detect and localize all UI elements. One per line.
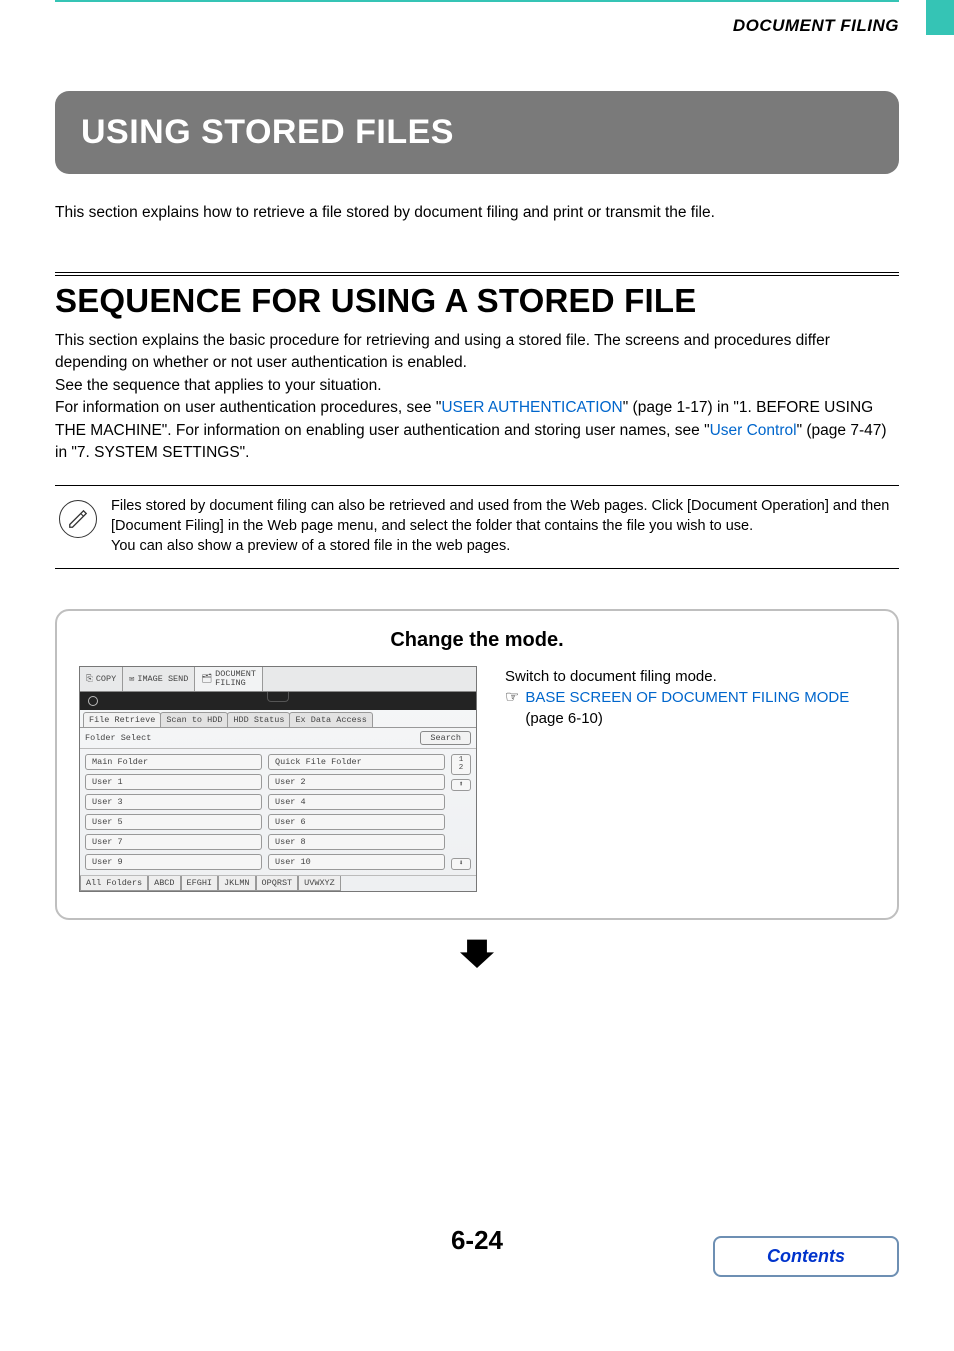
- mock-user4: User 4: [268, 794, 445, 810]
- contents-link[interactable]: Contents: [767, 1246, 845, 1266]
- mock-scroll-up: ⬆: [451, 779, 471, 791]
- section-title: SEQUENCE FOR USING A STORED FILE: [55, 282, 899, 320]
- mock-scroll-down: ⬇: [451, 858, 471, 870]
- mock-quickfile: Quick File Folder: [268, 754, 445, 770]
- note-box: Files stored by document filing can also…: [55, 485, 899, 570]
- mock-folder-select: Folder Select: [85, 733, 151, 743]
- mock-user6: User 6: [268, 814, 445, 830]
- mock-main-folder: Main Folder: [85, 754, 262, 770]
- mock-user8: User 8: [268, 834, 445, 850]
- section-rule: SEQUENCE FOR USING A STORED FILE: [55, 272, 899, 320]
- mock-dock: [80, 692, 476, 710]
- mock-subtab-ex: Ex Data Access: [289, 712, 372, 727]
- mock-subtab-hdd: HDD Status: [227, 712, 290, 727]
- note-line1: Files stored by document filing can also…: [111, 496, 893, 537]
- mock-tab-imagesend: ✉ IMAGE SEND: [123, 667, 195, 691]
- send-icon: ✉: [129, 674, 134, 684]
- link-user-control[interactable]: User Control: [710, 422, 797, 439]
- mock-alpha-abcd: ABCD: [148, 876, 180, 891]
- mock-user1: User 1: [85, 774, 262, 790]
- note-icon: [59, 500, 97, 538]
- mock-alpha-uvwxyz: UVWXYZ: [298, 876, 341, 891]
- page-header: DOCUMENT FILING: [55, 0, 899, 36]
- body-p3a: For information on user authentication p…: [55, 399, 441, 416]
- pointer-icon: ☞: [505, 687, 519, 709]
- mock-tab-blank: [263, 667, 476, 691]
- link-base-screen[interactable]: BASE SCREEN OF DOCUMENT FILING MODE: [525, 689, 849, 706]
- mock-tab-docfiling: 🗂 DOCUMENT FILING: [195, 667, 263, 691]
- note-line2: You can also show a preview of a stored …: [111, 536, 893, 556]
- contents-button[interactable]: Contents: [713, 1236, 899, 1277]
- mock-alpha-jklmn: JKLMN: [218, 876, 256, 891]
- mock-alpha-efghi: EFGHI: [181, 876, 219, 891]
- copy-icon: ⎘: [86, 674, 93, 684]
- globe-icon: [88, 696, 98, 706]
- filing-icon: 🗂: [201, 674, 212, 684]
- step-box: Change the mode. ⎘ COPY ✉ IMAGE SEND: [55, 609, 899, 920]
- body-p1: This section explains the basic procedur…: [55, 332, 830, 371]
- intro-text: This section explains how to retrieve a …: [55, 202, 899, 224]
- mock-search-btn: Search: [420, 731, 471, 745]
- mock-user5: User 5: [85, 814, 262, 830]
- mock-user9: User 9: [85, 854, 262, 870]
- edge-tab: [926, 0, 954, 35]
- continue-arrow: [55, 934, 899, 973]
- chapter-title: USING STORED FILES: [55, 91, 899, 174]
- mock-user2: User 2: [268, 774, 445, 790]
- mock-subtab-scan: Scan to HDD: [160, 712, 228, 727]
- mock-alpha-all: All Folders: [80, 876, 148, 891]
- step-text-1: Switch to document filing mode.: [505, 666, 875, 687]
- section-body: This section explains the basic procedur…: [55, 330, 899, 465]
- mock-user3: User 3: [85, 794, 262, 810]
- step-text-2: (page 6-10): [525, 710, 603, 727]
- step-title: Change the mode.: [79, 629, 875, 652]
- mock-user7: User 7: [85, 834, 262, 850]
- mock-alpha-opqrst: OPQRST: [256, 876, 299, 891]
- mock-user10: User 10: [268, 854, 445, 870]
- body-p2: See the sequence that applies to your si…: [55, 377, 382, 394]
- dock-notch: [267, 692, 289, 702]
- header-section: DOCUMENT FILING: [55, 16, 899, 36]
- screen-mock: ⎘ COPY ✉ IMAGE SEND 🗂 DOCUMENT FILING: [79, 666, 477, 892]
- mock-tab-copy: ⎘ COPY: [80, 667, 123, 691]
- mock-page-indicator: 12: [451, 754, 471, 775]
- mock-subtab-retrieve: File Retrieve: [83, 712, 161, 727]
- link-user-auth[interactable]: USER AUTHENTICATION: [441, 399, 622, 416]
